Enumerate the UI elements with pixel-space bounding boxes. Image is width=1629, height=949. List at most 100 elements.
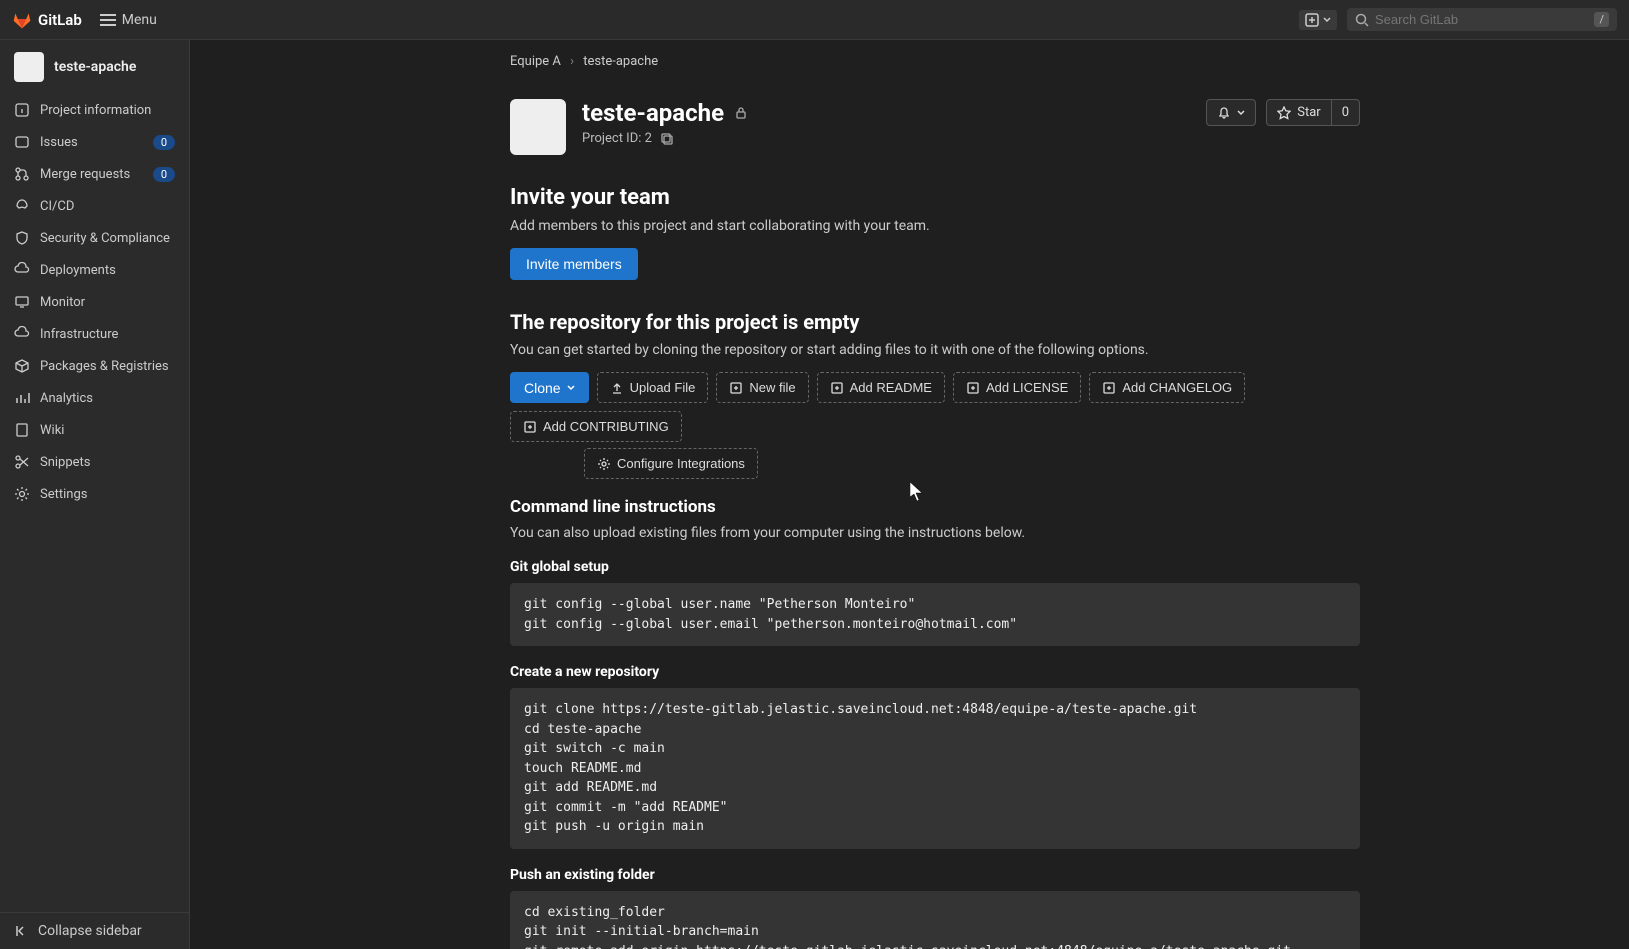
bell-icon (1217, 106, 1231, 120)
nav-label: Deployments (40, 263, 116, 278)
search-shortcut: / (1594, 12, 1609, 27)
nav-label: CI/CD (40, 199, 74, 214)
sidebar-item-infrastructure[interactable]: Infrastructure (0, 318, 189, 350)
rocket-icon (14, 198, 30, 214)
notifications-dropdown[interactable] (1206, 99, 1256, 126)
sidebar-item-wiki[interactable]: Wiki (0, 414, 189, 446)
nav-label: Wiki (40, 423, 64, 438)
breadcrumb-group[interactable]: Equipe A (510, 54, 561, 69)
info-icon (14, 102, 30, 118)
infra-icon (14, 326, 30, 342)
new-repo-code[interactable]: git clone https://teste-gitlab.jelastic.… (510, 688, 1360, 849)
nav-label: Packages & Registries (40, 359, 169, 374)
package-icon (14, 358, 30, 374)
nav-label: Security & Compliance (40, 231, 170, 246)
empty-repo-heading: The repository for this project is empty (510, 310, 1360, 334)
chevron-down-icon (567, 384, 575, 392)
sidebar-item-issues[interactable]: Issues 0 (0, 126, 189, 158)
empty-repo-subtext: You can get started by cloning the repos… (510, 342, 1360, 358)
hamburger-icon (100, 14, 116, 26)
nav-label: Merge requests (40, 167, 130, 182)
tanuki-icon (12, 10, 32, 30)
breadcrumb-project[interactable]: teste-apache (583, 54, 658, 69)
project-title: teste-apache (582, 99, 724, 127)
invite-subtext: Add members to this project and start co… (510, 218, 1360, 234)
project-header: teste-apache Project ID: 2 (510, 99, 1360, 155)
nav-label: Project information (40, 103, 151, 118)
plus-square-icon (729, 381, 743, 395)
cli-heading: Command line instructions (510, 497, 1360, 517)
sidebar-item-monitor[interactable]: Monitor (0, 286, 189, 318)
sidebar-item-cicd[interactable]: CI/CD (0, 190, 189, 222)
upload-icon (610, 381, 624, 395)
star-label: Star (1297, 105, 1320, 120)
new-repo-heading: Create a new repository (510, 664, 1360, 680)
new-file-button[interactable]: New file (716, 372, 808, 403)
gear-icon (597, 457, 611, 471)
scissors-icon (14, 454, 30, 470)
issues-badge: 0 (153, 135, 175, 150)
copy-id-icon[interactable] (660, 132, 674, 146)
clone-button[interactable]: Clone (510, 372, 589, 403)
sidebar-project-header[interactable]: teste-apache (0, 40, 189, 94)
nav-label: Snippets (40, 455, 91, 470)
nav-label: Analytics (40, 391, 93, 406)
deploy-icon (14, 262, 30, 278)
plus-square-icon (1102, 381, 1116, 395)
search-icon (1355, 13, 1369, 27)
add-changelog-button[interactable]: Add CHANGELOG (1089, 372, 1245, 403)
git-global-heading: Git global setup (510, 559, 1360, 575)
gitlab-logo[interactable]: GitLab (12, 10, 82, 30)
chart-icon (14, 390, 30, 406)
menu-button[interactable]: Menu (100, 12, 157, 28)
nav-label: Issues (40, 135, 78, 150)
mr-badge: 0 (153, 167, 175, 182)
invite-members-button[interactable]: Invite members (510, 248, 638, 280)
sidebar-item-merge-requests[interactable]: Merge requests 0 (0, 158, 189, 190)
sidebar-item-settings[interactable]: Settings (0, 478, 189, 510)
topbar: GitLab Menu / (0, 0, 1629, 40)
sidebar: teste-apache Project information Issues … (0, 40, 190, 949)
chevron-down-icon (1323, 16, 1331, 24)
sidebar-item-snippets[interactable]: Snippets (0, 446, 189, 478)
sidebar-item-analytics[interactable]: Analytics (0, 382, 189, 414)
breadcrumb: Equipe A › teste-apache (510, 54, 1360, 69)
add-readme-button[interactable]: Add README (817, 372, 945, 403)
plus-square-icon (966, 381, 980, 395)
push-existing-code[interactable]: cd existing_folder git init --initial-br… (510, 891, 1360, 949)
sidebar-item-project-information[interactable]: Project information (0, 94, 189, 126)
sidebar-item-packages[interactable]: Packages & Registries (0, 350, 189, 382)
lock-icon (734, 106, 748, 120)
sidebar-item-security[interactable]: Security & Compliance (0, 222, 189, 254)
project-id: Project ID: 2 (582, 131, 652, 146)
search-input[interactable] (1375, 12, 1594, 27)
plus-icon (1305, 13, 1319, 27)
configure-integrations-button[interactable]: Configure Integrations (584, 448, 758, 479)
add-license-button[interactable]: Add LICENSE (953, 372, 1081, 403)
search-box[interactable]: / (1347, 8, 1617, 31)
new-dropdown[interactable] (1299, 10, 1337, 30)
collapse-icon (14, 924, 28, 938)
nav-label: Settings (40, 487, 87, 502)
add-contributing-button[interactable]: Add CONTRIBUTING (510, 411, 682, 442)
star-button[interactable]: Star (1266, 99, 1331, 126)
book-icon (14, 422, 30, 438)
gear-icon (14, 486, 30, 502)
cli-subtext: You can also upload existing files from … (510, 525, 1360, 541)
plus-square-icon (523, 420, 537, 434)
star-count[interactable]: 0 (1331, 99, 1360, 126)
nav-label: Monitor (40, 295, 85, 310)
breadcrumb-separator: › (570, 54, 574, 69)
project-avatar-large (510, 99, 566, 155)
upload-file-button[interactable]: Upload File (597, 372, 709, 403)
collapse-sidebar[interactable]: Collapse sidebar (0, 912, 189, 949)
monitor-icon (14, 294, 30, 310)
issues-icon (14, 134, 30, 150)
push-existing-heading: Push an existing folder (510, 867, 1360, 883)
plus-square-icon (830, 381, 844, 395)
git-global-code[interactable]: git config --global user.name "Petherson… (510, 583, 1360, 646)
sidebar-item-deployments[interactable]: Deployments (0, 254, 189, 286)
star-icon (1277, 106, 1291, 120)
clone-label: Clone (524, 380, 561, 396)
collapse-label: Collapse sidebar (38, 923, 142, 939)
